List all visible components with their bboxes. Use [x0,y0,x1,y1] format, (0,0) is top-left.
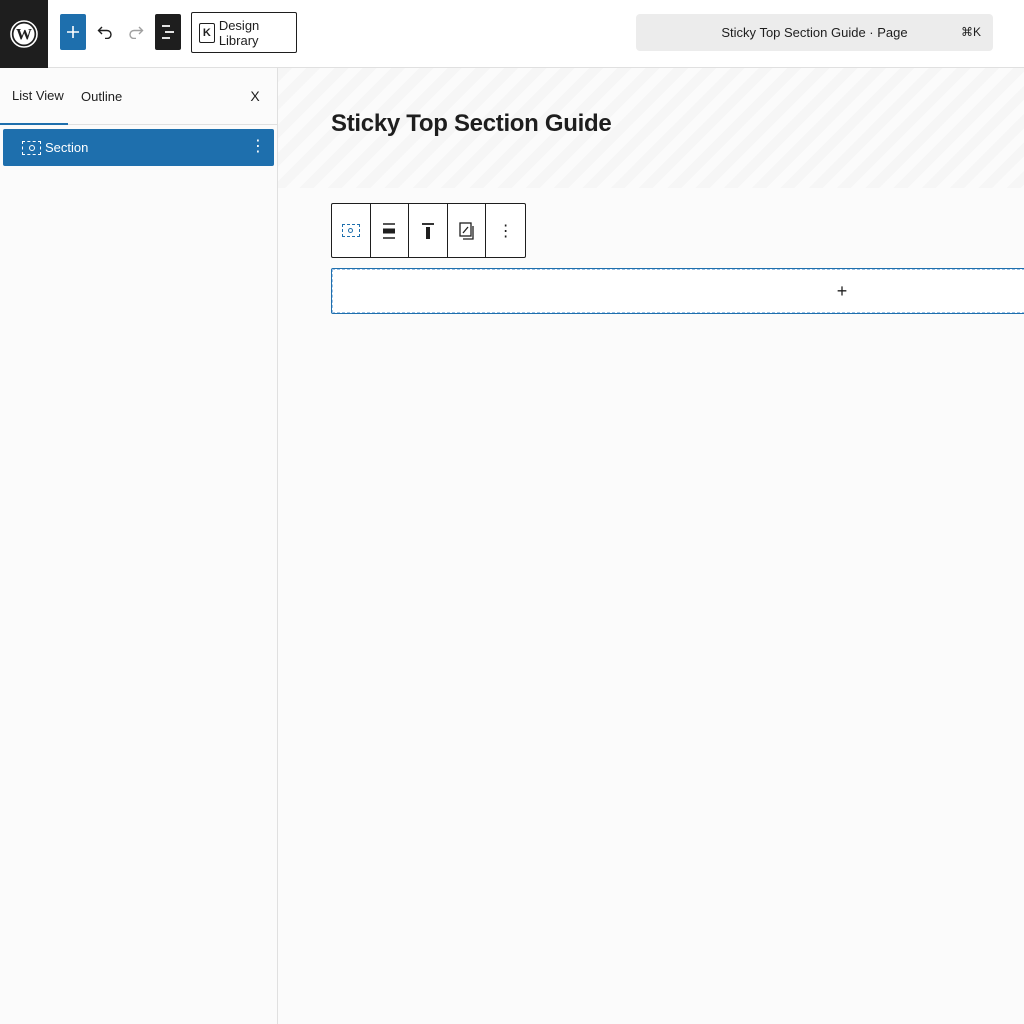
redo-button[interactable] [124,20,148,44]
design-library-button[interactable]: K Design Library [191,12,297,53]
align-top-icon [422,222,435,239]
tab-list-view[interactable]: List View [0,68,68,125]
editor-header: W K Design Library Sticky Top Section Gu… [0,0,1024,68]
redo-icon [129,26,144,39]
svg-text:W: W [16,27,32,44]
command-palette-bar[interactable]: Sticky Top Section Guide · Page ⌘K [636,14,993,51]
section-icon [22,140,41,155]
list-view-toggle-button[interactable] [155,14,181,50]
kadence-icon: K [199,22,215,43]
undo-button[interactable] [93,20,117,44]
section-block[interactable]: + [331,268,1024,314]
align-center-icon [383,222,396,239]
list-view-item-section[interactable]: Section ⋮ [3,129,274,166]
block-options-button[interactable]: ⋮ [486,204,525,257]
more-options-icon: ⋮ [497,222,514,240]
content-position-button[interactable] [409,204,448,257]
sidebar-tabs: List View Outline X [0,68,277,125]
tab-outline[interactable]: Outline [81,68,122,125]
block-type-button[interactable] [332,204,371,257]
command-shortcut-hint: ⌘K [960,25,981,39]
document-title-label: Sticky Top Section Guide · Page [721,25,908,40]
document-overview-icon [162,25,174,39]
page-title[interactable]: Sticky Top Section Guide [331,110,612,138]
vertical-align-button[interactable] [371,204,410,257]
copy-styles-icon [458,221,474,240]
block-appender-plus-icon[interactable]: + [832,281,852,301]
copy-paste-styles-button[interactable] [448,204,487,257]
undo-icon [97,26,112,39]
editor-canvas: Sticky Top Section Guide ⋮ + [278,68,1024,1024]
list-view-sidebar: List View Outline X Section ⋮ [0,68,278,1024]
add-block-button[interactable] [60,14,86,50]
plus-icon [67,26,79,38]
close-sidebar-button[interactable]: X [245,86,265,106]
block-toolbar: ⋮ [331,203,526,258]
list-view-item-label: Section [45,140,89,155]
section-icon [341,224,360,237]
wordpress-logo-icon[interactable]: W [0,0,48,68]
more-options-icon[interactable]: ⋮ [250,138,266,156]
design-library-label: Design Library [218,17,260,48]
